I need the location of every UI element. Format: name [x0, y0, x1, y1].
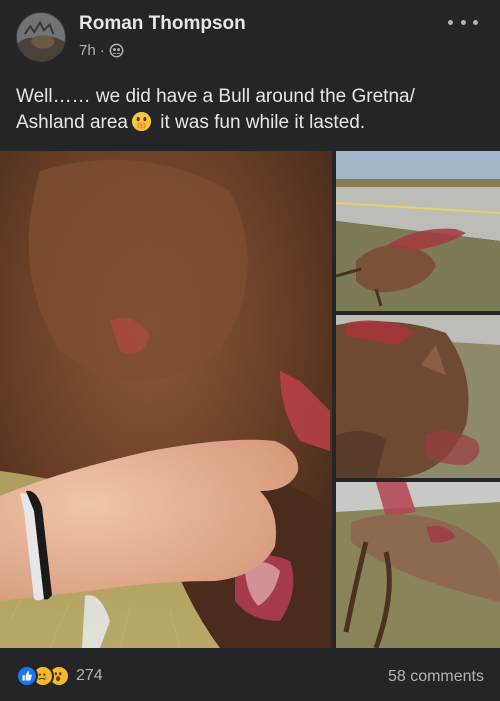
main-photo[interactable] — [0, 151, 332, 648]
avatar[interactable] — [16, 12, 66, 62]
reaction-count: 274 — [76, 667, 103, 684]
photo-roadside-1[interactable] — [336, 151, 500, 311]
more-dot-icon — [460, 19, 466, 25]
comments-link[interactable]: 58 comments — [388, 668, 484, 686]
post-text-line-2: Ashland area it was fun while it lasted. — [16, 110, 486, 136]
avatar-image — [17, 13, 65, 61]
photo-roadside-3[interactable] — [336, 482, 500, 648]
post-header: Roman Thompson 7h · — [0, 0, 500, 70]
author-name[interactable]: Roman Thompson — [79, 13, 246, 35]
post-text-line-2a: Ashland area — [16, 112, 128, 133]
meta-separator: · — [99, 42, 105, 59]
face-with-hand-over-mouth-emoji-icon — [131, 111, 152, 132]
post-meta: 7h · — [79, 42, 124, 59]
photo-roadside-2[interactable] — [336, 315, 500, 478]
more-options-button[interactable] — [448, 10, 478, 34]
post-text: Well…… we did have a Bull around the Gre… — [16, 84, 486, 136]
post-text-line-1: Well…… we did have a Bull around the Gre… — [16, 86, 415, 107]
post-text-line-2b: it was fun while it lasted. — [154, 112, 366, 133]
post-footer: 274 58 comments — [0, 648, 500, 701]
reactions-summary[interactable]: 274 — [16, 665, 103, 687]
more-dot-icon — [448, 19, 453, 25]
post-time[interactable]: 7h — [79, 42, 96, 59]
like-icon — [16, 665, 38, 687]
more-dot-icon — [473, 19, 478, 25]
photo-grid — [0, 151, 500, 648]
friends-icon[interactable] — [109, 43, 124, 58]
